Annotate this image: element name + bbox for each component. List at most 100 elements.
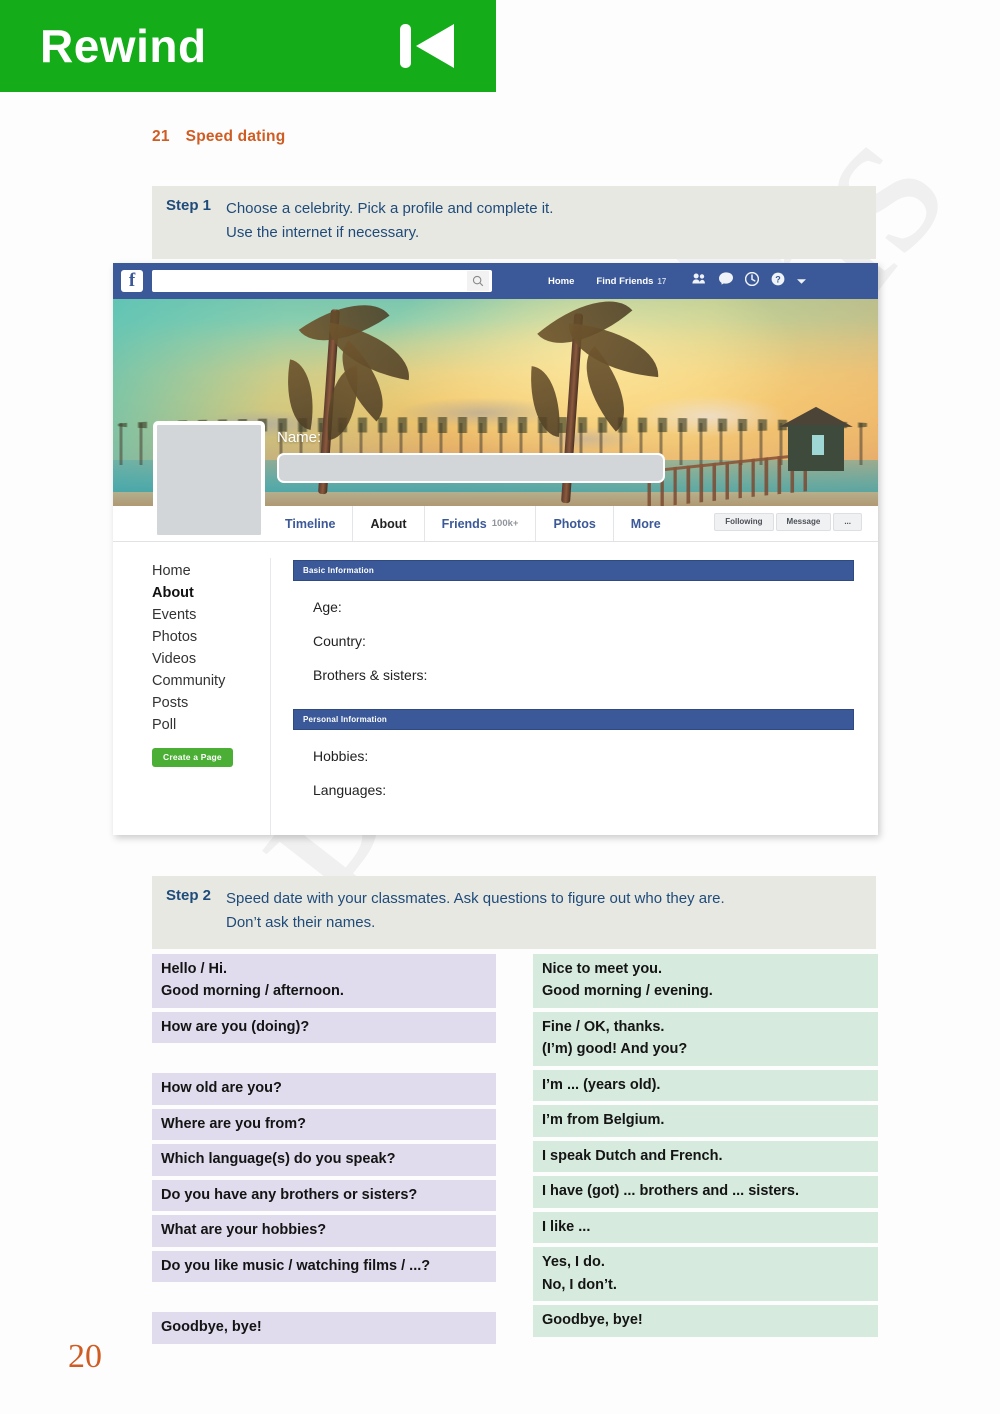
profile-picture-placeholder[interactable] [153,421,265,539]
message-button[interactable]: Message [775,513,832,531]
sidebar-item-poll[interactable]: Poll [152,714,270,736]
question-phrase-box: How old are you? [152,1073,496,1105]
question-phrase-box: Do you like music / watching films / ...… [152,1250,496,1283]
search-icon[interactable] [467,271,489,291]
answer-phrase-box: I speak Dutch and French. [533,1140,878,1173]
profile-action-buttons: Following Message ... [714,513,862,531]
field-country: Country: [313,633,366,649]
step-2-line-1: Speed date with your classmates. Ask que… [226,890,725,907]
messages-icon[interactable] [719,272,734,290]
question-phrase-box: Goodbye, bye! [152,1312,496,1344]
basic-information-heading: Basic Information [293,560,854,581]
sidebar-item-posts[interactable]: Posts [152,692,270,714]
phrase-spacer [152,1047,496,1069]
answer-phrase-line: (I’m) good! And you? [542,1041,688,1058]
step-1-line-2: Use the internet if necessary. [226,224,420,242]
field-brothers-sisters: Brothers & sisters: [313,667,428,683]
personal-information-heading: Personal Information [293,709,854,730]
answer-phrase-box: I’m ... (years old). [533,1069,878,1102]
question-phrase-line: Do you have any brothers or sisters? [161,1186,418,1203]
facebook-topbar-icons: ? [692,271,807,291]
tab-photos[interactable]: Photos [535,506,612,541]
sidebar-item-photos[interactable]: Photos [152,626,270,648]
answer-phrase-line: I’m ... (years old). [542,1076,661,1093]
answer-phrase-box: I have (got) ... brothers and ... sister… [533,1176,878,1208]
profile-name-label: Name: [277,429,322,446]
question-phrase-line: What are your hobbies? [161,1222,327,1239]
notifications-icon[interactable] [745,271,760,291]
svg-text:?: ? [776,274,782,284]
rewind-banner: Rewind [0,0,496,92]
create-a-page-button[interactable]: Create a Page [152,748,233,767]
step-2-box: Step 2 Speed date with your classmates. … [152,876,876,949]
topnav-item-home[interactable]: Home [548,276,574,287]
facebook-logo-icon[interactable]: f [121,270,143,292]
sidebar-item-about[interactable]: About [152,582,270,604]
question-phrase-box: What are your hobbies? [152,1215,496,1247]
phrase-spacer [152,1286,496,1308]
question-phrase-column: Hello / Hi. Good morning / afternoon. How … [152,954,496,1348]
tab-friends[interactable]: Friends 100k+ [423,506,536,541]
following-button[interactable]: Following [714,513,774,531]
facebook-profile-body: Home About Events Photos Videos Communit… [113,542,878,835]
question-phrase-line: Hello / Hi. [161,961,228,977]
field-languages: Languages: [313,782,387,798]
answer-phrase-box: I’m from Belgium. [533,1105,878,1137]
answer-phrase-line: Yes, I do. [542,1254,605,1271]
sidebar-item-community[interactable]: Community [152,670,270,692]
tab-timeline[interactable]: Timeline [271,506,352,541]
exercise-heading: 21 Speed dating [152,128,285,146]
question-phrase-box: Do you have any brothers or sisters? [152,1179,496,1212]
question-phrase-box: How are you (doing)? [152,1011,496,1044]
tab-more[interactable]: More [612,506,678,541]
exercise-title: Speed dating [185,128,286,145]
question-phrase-line: Which language(s) do you speak? [161,1151,396,1168]
answer-phrase-line: I speak Dutch and French. [542,1147,723,1164]
topnav-item-find-friends[interactable]: Find Friends 17 [596,276,666,287]
topnav-find-friends-badge: 17 [657,276,667,286]
help-icon[interactable]: ? [771,272,785,291]
question-phrase-line: Good morning / afternoon. [161,983,344,1000]
sidebar-item-videos[interactable]: Videos [152,648,270,670]
answer-phrase-line: I have (got) ... brothers and ... sister… [542,1183,800,1200]
answer-phrase-line: Good morning / evening. [542,983,713,1000]
rewind-icon [400,24,454,68]
profile-name-input[interactable] [277,453,665,483]
answer-phrase-box: Nice to meet you. Good morning / evening. [533,954,878,1008]
question-phrase-line: Where are you from? [161,1115,307,1132]
facebook-topbar: f Home Find Friends 17 ? [113,263,878,299]
tab-friends-label: Friends [441,516,487,531]
answer-phrase-box: Yes, I do. No, I don’t. [533,1247,878,1302]
step-1-label: Step 1 [166,197,212,214]
cover-lifeguard-hut [778,406,854,473]
chevron-down-icon[interactable] [797,272,807,290]
page-number: 20 [68,1338,102,1375]
topnav-find-friends-label: Find Friends [596,275,654,287]
question-phrase-box: Where are you from? [152,1108,496,1141]
question-phrase-box: Which language(s) do you speak? [152,1144,496,1176]
textbook-page: Pelckmans Rewind 21Speed dating Step 1 C… [0,0,1000,1414]
answer-phrase-line: Goodbye, bye! [542,1312,643,1329]
answer-phrase-line: I’m from Belgium. [542,1112,665,1129]
exercise-number: 21 [152,128,170,145]
step-1-text: Choose a celebrity. Pick a profile and c… [226,197,565,246]
answer-phrase-box: I like ... [533,1211,878,1244]
more-options-button[interactable]: ... [833,513,862,531]
sidebar-item-events[interactable]: Events [152,604,270,626]
answer-phrase-line: I like ... [542,1218,591,1235]
facebook-search-input[interactable] [152,270,492,292]
facebook-topnav: Home Find Friends 17 [548,276,688,287]
friend-requests-icon[interactable] [692,272,707,290]
step-2-line-2: Don’t ask their names. [226,914,376,932]
question-phrase-box: Hello / Hi. Good morning / afternoon. [152,954,496,1008]
answer-phrase-box: Fine / OK, thanks. (I’m) good! And you? [533,1011,878,1066]
step-1-box: Step 1 Choose a celebrity. Pick a profil… [152,186,876,259]
question-phrase-line: Goodbye, bye! [161,1319,262,1336]
step-2-text: Speed date with your classmates. Ask que… [226,887,737,936]
facebook-sidebar: Home About Events Photos Videos Communit… [113,558,271,835]
tab-about[interactable]: About [352,506,423,541]
sidebar-item-home[interactable]: Home [152,560,270,582]
answer-phrase-line: Fine / OK, thanks. [542,1018,665,1035]
question-phrase-line: How are you (doing)? [161,1018,310,1035]
field-hobbies: Hobbies: [313,748,369,764]
